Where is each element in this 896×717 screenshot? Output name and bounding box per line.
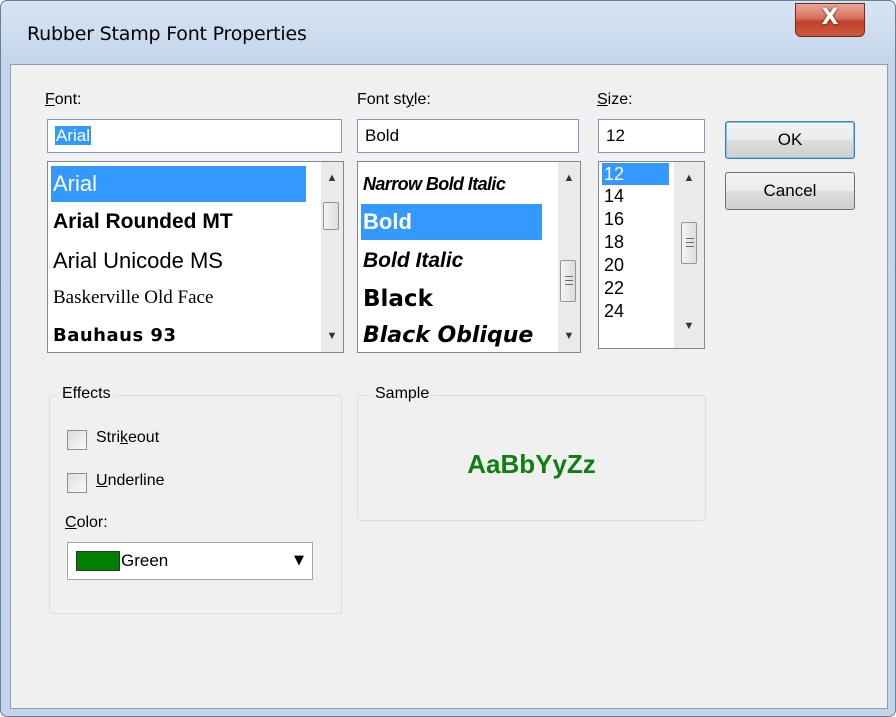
size-list-item[interactable]: 20 (602, 254, 624, 276)
title-bar[interactable]: Rubber Stamp Font Properties X (1, 1, 895, 71)
dialog-client-area: Font: Arial Arial Arial Rounded MT Arial… (10, 64, 888, 709)
color-swatch (76, 551, 120, 571)
size-list-item[interactable]: 18 (602, 231, 624, 253)
size-value: 12 (606, 126, 625, 145)
scroll-up-icon[interactable]: ▲ (674, 168, 704, 188)
close-button[interactable]: X (795, 3, 865, 37)
font-style-value: Bold (365, 126, 400, 145)
underline-checkbox[interactable] (67, 473, 87, 493)
font-label: Font: (45, 91, 82, 108)
color-value: Green (121, 551, 169, 570)
chevron-down-icon[interactable]: ▼ (294, 553, 304, 568)
underline-label[interactable]: Underline (96, 472, 165, 490)
scroll-thumb[interactable] (681, 222, 697, 264)
scroll-down-icon[interactable]: ▼ (558, 326, 580, 346)
scroll-up-icon[interactable]: ▲ (558, 168, 580, 188)
color-dropdown[interactable]: Green ▼ (67, 542, 313, 580)
font-list-item[interactable]: Baskerville Old Face (51, 280, 213, 316)
font-list-item[interactable]: Arial Rounded MT (51, 204, 233, 240)
size-list-item[interactable]: 22 (602, 277, 624, 299)
size-list-item[interactable]: 14 (602, 185, 624, 207)
size-list-item[interactable]: 16 (602, 208, 624, 230)
scroll-down-icon[interactable]: ▼ (321, 326, 343, 346)
font-list-item[interactable]: Arial (51, 166, 306, 202)
style-list-scrollbar[interactable]: ▲ ▼ (558, 162, 580, 352)
strikeout-label[interactable]: Strikeout (96, 429, 159, 447)
size-label: Size: (597, 91, 633, 108)
close-icon: X (821, 5, 839, 30)
style-list-item[interactable]: Narrow Bold Italic (361, 166, 506, 202)
font-name-input[interactable]: Arial (47, 119, 342, 153)
style-list-item[interactable]: Black (361, 280, 433, 318)
scroll-up-icon[interactable]: ▲ (321, 168, 343, 188)
size-list-item[interactable]: 24 (602, 300, 624, 322)
scroll-thumb[interactable] (560, 260, 576, 302)
style-list-item[interactable]: Bold (361, 204, 542, 240)
size-list-scrollbar[interactable]: ▲ ▼ (674, 162, 704, 348)
sample-text: AaBbYyZz (467, 449, 596, 479)
window-title: Rubber Stamp Font Properties (27, 23, 307, 45)
cancel-button[interactable]: Cancel (725, 172, 855, 210)
size-input[interactable]: 12 (598, 119, 705, 153)
font-list-item[interactable]: Arial Unicode MS (51, 242, 223, 280)
font-style-label: Font style: (357, 91, 431, 108)
font-name-value: Arial (55, 126, 92, 145)
sample-title: Sample (371, 385, 434, 403)
font-style-listbox[interactable]: Narrow Bold Italic Bold Bold Italic Blac… (357, 161, 581, 353)
dialog-window: Rubber Stamp Font Properties X Font: Ari… (0, 0, 896, 717)
style-list-item[interactable]: Black Oblique (361, 318, 533, 352)
font-style-input[interactable]: Bold (357, 119, 579, 153)
scroll-thumb[interactable] (323, 202, 339, 230)
color-label: Color: (65, 514, 108, 531)
font-listbox[interactable]: Arial Arial Rounded MT Arial Unicode MS … (47, 161, 344, 353)
size-list-item[interactable]: 12 (602, 163, 669, 185)
style-list-item[interactable]: Bold Italic (361, 242, 463, 280)
font-list-item[interactable]: Bauhaus 93 (51, 318, 177, 352)
size-listbox[interactable]: 12 14 16 18 20 22 24 ▲ ▼ (598, 161, 705, 349)
strikeout-checkbox[interactable] (67, 430, 87, 450)
font-list-scrollbar[interactable]: ▲ ▼ (321, 162, 343, 352)
ok-button[interactable]: OK (725, 121, 855, 159)
scroll-down-icon[interactable]: ▼ (674, 316, 704, 336)
effects-group (49, 395, 342, 614)
effects-title: Effects (58, 385, 115, 403)
